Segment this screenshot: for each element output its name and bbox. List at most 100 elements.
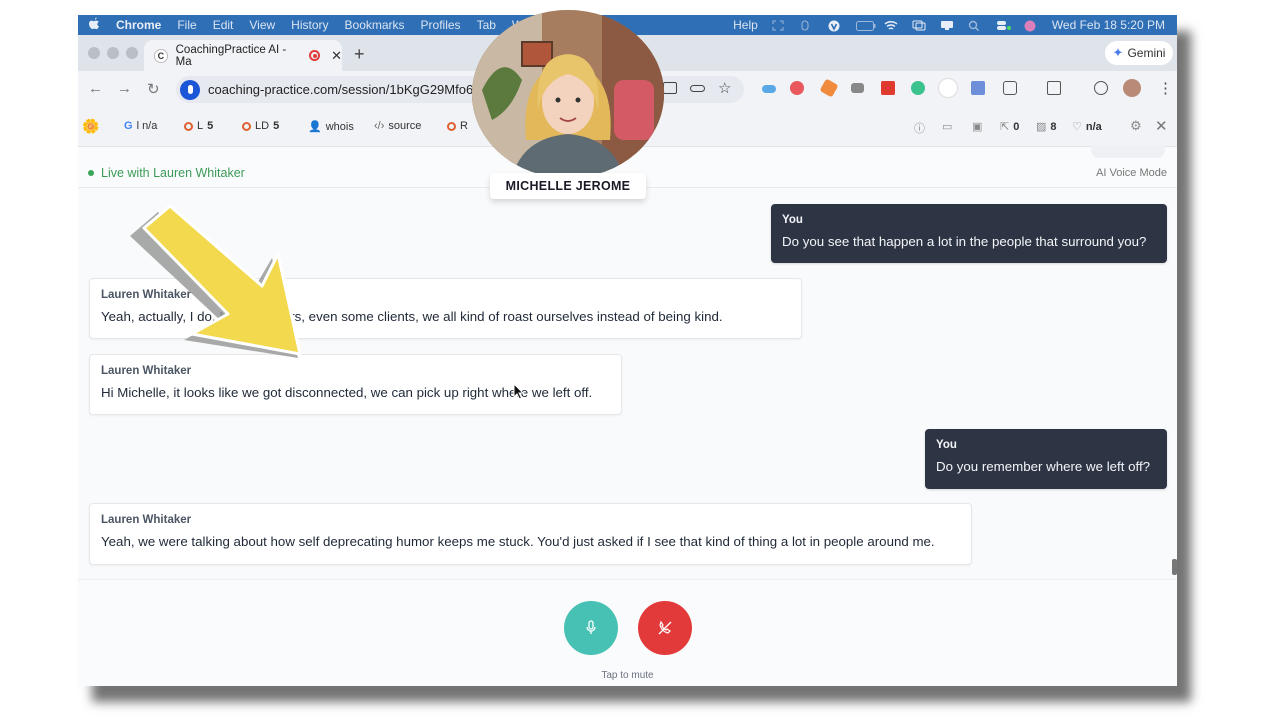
bookmark-label: whois (325, 120, 354, 133)
extension-highlight-icon[interactable] (938, 78, 958, 98)
status-icon[interactable] (800, 20, 814, 31)
gemini-button[interactable]: ✦ Gemini (1105, 41, 1173, 65)
search-icon[interactable] (968, 20, 982, 31)
menu-view[interactable]: View (249, 18, 275, 32)
menu-file[interactable]: File (177, 18, 196, 32)
reading-mode-icon[interactable] (1047, 81, 1061, 95)
menu-bar-status: Help Wed Feb 18 5:20 PM (733, 15, 1165, 35)
presenter-overlay: MICHELLE JEROME (470, 8, 666, 208)
extension-red-icon[interactable] (790, 81, 804, 95)
bookmark-label: L (197, 120, 204, 132)
page-icon[interactable]: ▣ (972, 120, 982, 133)
extension-pen-icon[interactable] (819, 78, 839, 98)
bookmark-source[interactable]: ‹/› source (374, 120, 421, 132)
back-icon[interactable]: ← (88, 80, 103, 97)
mute-button[interactable] (564, 601, 618, 655)
image-icon: ▨ (1036, 121, 1047, 133)
bookmark-ld[interactable]: LD 5 (242, 120, 279, 132)
battery-icon (855, 20, 876, 31)
bookmark-google[interactable]: G l n/a (124, 120, 157, 132)
bookmark-value: 5 (207, 120, 214, 132)
bookmark-r[interactable]: R (447, 120, 468, 132)
settings-gear-icon[interactable]: ⚙ (1130, 118, 1142, 134)
url-text[interactable]: coaching-practice.com/session/1bKgG29Mfo… (208, 82, 480, 97)
monitor-icon[interactable]: ▭ (942, 120, 952, 133)
password-key-icon[interactable] (690, 85, 705, 92)
phone-off-icon (658, 620, 672, 635)
heart-icon: ♡ (1072, 121, 1082, 133)
links-count: 0 (1013, 120, 1020, 133)
presenter-name: MICHELLE JEROME (490, 173, 646, 199)
menu-bookmarks[interactable]: Bookmarks (345, 18, 405, 32)
display-icon[interactable] (940, 20, 954, 31)
annotation-arrow-icon (130, 204, 302, 358)
message-text: Do you see that happen a lot in the peop… (782, 234, 1147, 249)
external-link-icon: ⇱ (1000, 121, 1010, 133)
new-tab-button[interactable]: + (354, 44, 365, 65)
history-icon[interactable] (1094, 81, 1108, 95)
circle-icon (447, 121, 456, 131)
bookmark-l[interactable]: L 5 (184, 120, 213, 132)
live-status: Live with Lauren Whitaker (88, 166, 245, 180)
close-tab-icon[interactable]: ✕ (331, 48, 342, 64)
forward-icon[interactable]: → (117, 80, 132, 97)
external-links-stat[interactable]: ⇱ 0 (1000, 120, 1020, 134)
end-call-button[interactable] (638, 601, 692, 655)
presenter-avatar (472, 10, 664, 178)
info-icon[interactable]: ⓘ (914, 120, 925, 136)
seo-extension-icon[interactable]: 🌼 (82, 118, 99, 135)
expand-icon[interactable] (772, 20, 786, 31)
minimize-window-button[interactable] (107, 47, 119, 59)
notion-extension-icon[interactable] (971, 81, 985, 95)
live-label: Live with Lauren Whitaker (101, 166, 245, 180)
bookmark-label: l n/a (136, 120, 158, 132)
apple-icon[interactable] (88, 17, 102, 33)
camera-extension-icon[interactable] (851, 83, 864, 93)
live-dot-icon (88, 170, 94, 176)
siri-icon[interactable] (1024, 20, 1038, 31)
message-speaker: You (782, 214, 803, 226)
profile-avatar[interactable] (1123, 79, 1141, 97)
gemini-sparkle-icon: ✦ (1112, 45, 1124, 60)
microphone-icon (586, 620, 596, 634)
extension-green-icon[interactable] (911, 81, 925, 95)
menu-help[interactable]: Help (733, 18, 758, 32)
scrollbar-thumb[interactable] (1172, 559, 1177, 575)
close-window-button[interactable] (88, 47, 100, 59)
microphone-icon[interactable] (180, 79, 200, 100)
control-center-icon[interactable] (996, 20, 1011, 31)
mute-hint: Tap to mute (601, 670, 654, 681)
circle-icon (184, 121, 193, 131)
bookmark-star-icon[interactable]: ☆ (718, 79, 732, 97)
zoom-window-button[interactable] (126, 47, 138, 59)
person-icon: 👤 (308, 121, 322, 133)
close-bar-icon[interactable]: ✕ (1155, 117, 1168, 135)
menu-app-name[interactable]: Chrome (116, 18, 161, 32)
extensions-puzzle-icon[interactable] (1003, 81, 1017, 95)
google-icon: G (124, 120, 133, 132)
menu-profiles[interactable]: Profiles (421, 18, 461, 32)
chrome-menu-icon[interactable]: ⋮ (1158, 79, 1173, 97)
pdf-extension-icon[interactable] (881, 81, 895, 95)
gemini-label: Gemini (1127, 46, 1166, 60)
menu-clock[interactable]: Wed Feb 18 5:20 PM (1052, 18, 1165, 32)
recording-icon (309, 50, 321, 61)
screens-icon[interactable] (912, 20, 926, 31)
menu-edit[interactable]: Edit (213, 18, 234, 32)
message-text: Yeah, we were talking about how self dep… (101, 534, 935, 549)
message-ai: Lauren Whitaker Yeah, we were talking ab… (89, 503, 972, 565)
bookmark-value: 5 (273, 120, 280, 132)
call-controls: Tap to mute (78, 579, 1177, 686)
cloud-extension-icon[interactable] (762, 85, 776, 93)
wifi-icon[interactable] (884, 20, 898, 31)
vpn-icon[interactable] (828, 20, 842, 31)
images-stat[interactable]: ▨ 8 (1036, 120, 1057, 134)
heart-stat[interactable]: ♡ n/a (1072, 120, 1102, 134)
bookmark-whois[interactable]: 👤 whois (308, 120, 354, 134)
bookmark-label: source (388, 120, 422, 132)
tab-coaching-practice[interactable]: C CoachingPractice AI - Ma ✕ (144, 40, 342, 71)
mode-label: AI Voice Mode (1096, 167, 1167, 179)
message-text: Hi Michelle, it looks like we got discon… (101, 385, 593, 400)
menu-history[interactable]: History (291, 18, 328, 32)
reload-icon[interactable]: ↻ (147, 80, 160, 98)
